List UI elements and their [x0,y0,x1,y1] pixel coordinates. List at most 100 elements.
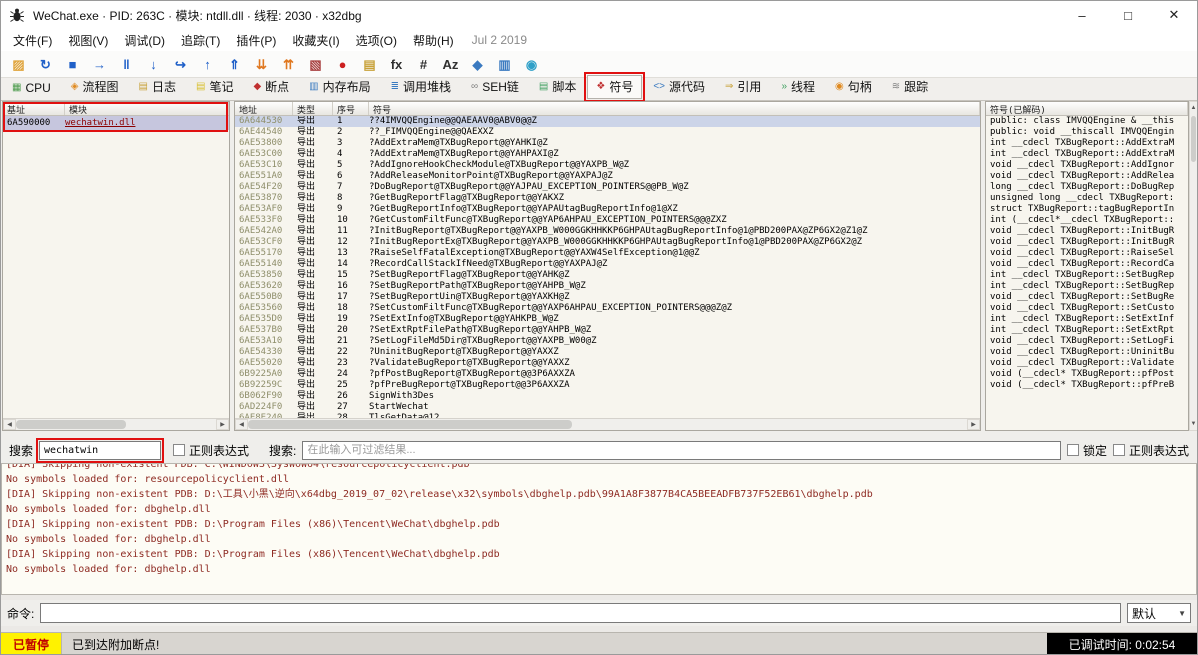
symbol-type: 导出 [293,314,333,325]
scroll-down-icon[interactable]: ▼ [1190,418,1197,430]
maximize-button[interactable]: □ [1105,1,1151,29]
regex-checkbox[interactable] [173,444,185,456]
symbol-row[interactable]: 6AE54F20 导出 7 ?DoBugReport@TXBugReport@@… [235,182,980,193]
tab-seh[interactable]: ∞ SEH链 [462,75,528,99]
preferences-button[interactable]: ◉ [519,53,544,76]
menu-item[interactable]: 收藏夹(I) [284,30,347,51]
scroll-left-icon[interactable]: ◀ [235,419,248,430]
comment-button[interactable]: ▤ [357,53,382,76]
symbol-row[interactable]: 6AE55020 导出 23 ?ValidateBugReport@TXBugR… [235,358,980,369]
scroll-thumb[interactable] [1191,116,1196,162]
tab-call-stack[interactable]: ≣ 调用堆栈 [382,75,460,99]
symbol-row[interactable]: 6AE53620 导出 16 ?SetBugReportPath@TXBugRe… [235,281,980,292]
execute-till-return-button[interactable]: ↑ [195,53,220,76]
symbol-row[interactable]: 6AE53800 导出 3 ?AddExtraMem@TXBugReport@@… [235,138,980,149]
strings-button[interactable]: Az [438,53,463,76]
symbol-row[interactable]: 6B062F90 导出 26 SignWith3Des [235,391,980,402]
regex-checkbox-2[interactable] [1113,444,1125,456]
graph-button[interactable]: ◆ [465,53,490,76]
tab-breakpoints[interactable]: ◆ 断点 [244,75,298,99]
memory-map-button[interactable]: ▥ [492,53,517,76]
symbol-row[interactable]: 6AE551A0 导出 6 ?AddReleaseMonitorPoint@TX… [235,171,980,182]
tab-log[interactable]: ▤ 日志 [130,75,185,99]
symbol-row[interactable]: 6AE533F0 导出 10 ?GetCustomFiltFunc@TXBugR… [235,215,980,226]
command-profile-value: 默认 [1132,605,1156,622]
trace-over-button[interactable]: ⇈ [276,53,301,76]
symbol-row[interactable]: 6AE53A10 导出 21 ?SetLogFileMd5Dir@TXBugRe… [235,336,980,347]
command-input[interactable] [40,603,1121,623]
module-search-input[interactable] [39,441,161,460]
step-over-button[interactable]: ↪ [168,53,193,76]
symbols-vscrollbar[interactable]: ▲ ▼ [1189,101,1198,431]
symbol-row[interactable]: 6B92259C 导出 25 ?pfPreBugReport@TXBugRepo… [235,380,980,391]
patches-button[interactable]: ▧ [303,53,328,76]
scroll-thumb[interactable] [248,420,572,429]
scroll-right-icon[interactable]: ▶ [216,419,229,430]
tab-script[interactable]: ▤ 脚本 [530,75,585,99]
symbol-name: ?AddReleaseMonitorPoint@TXBugReport@@YAX… [369,171,980,182]
menu-item[interactable]: 帮助(H) [405,30,462,51]
symbol-name: ??_FIMVQQEngine@@QAEXXZ [369,127,980,138]
tab-notes[interactable]: ▤ 笔记 [187,75,242,99]
pause-button[interactable]: ‖ [114,53,139,76]
trace-into-button[interactable]: ⇊ [249,53,274,76]
symbol-row[interactable]: 6AE53AF0 导出 9 ?GetBugReportInfo@TXBugRep… [235,204,980,215]
module-row[interactable]: 6A590000 wechatwin.dll [3,116,229,130]
scroll-thumb[interactable] [16,420,126,429]
symbol-row[interactable]: 6AE53560 导出 18 ?SetCustomFiltFunc@TXBugR… [235,303,980,314]
tab-symbols[interactable]: ❖ 符号 [587,75,642,99]
tab-handles[interactable]: ◉ 句柄 [826,75,881,99]
symbol-row[interactable]: 6AE55170 导出 13 ?RaiseSelfFatalException@… [235,248,980,259]
open-file-button[interactable]: ▨ [6,53,31,76]
run-to-user-code-button[interactable]: ⇑ [222,53,247,76]
symbol-row[interactable]: 6AE535D0 导出 19 ?SetExtInfo@TXBugReport@@… [235,314,980,325]
hash-button[interactable]: # [411,53,436,76]
close-button[interactable]: ✕ [1151,1,1197,29]
symbol-row[interactable]: 6AE537B0 导出 20 ?SetExtRptFilePath@TXBugR… [235,325,980,336]
scroll-right-icon[interactable]: ▶ [967,419,980,430]
symbol-row[interactable]: 6AE542A0 导出 11 ?InitBugReport@TXBugRepor… [235,226,980,237]
step-into-button[interactable]: ↓ [141,53,166,76]
modules-hscrollbar[interactable]: ◀ ▶ [3,418,229,430]
symbol-row[interactable]: 6AE53870 导出 8 ?GetBugReportFlag@TXBugRep… [235,193,980,204]
symbol-row[interactable]: 6B9225A0 导出 24 ?pfPostBugReport@TXBugRep… [235,369,980,380]
scroll-up-icon[interactable]: ▲ [1190,102,1197,114]
symbols-hscrollbar[interactable]: ◀ ▶ [235,418,980,430]
symbol-row[interactable]: 6AD224F0 导出 27 StartWechat [235,402,980,413]
command-profile-select[interactable]: 默认 ▼ [1127,603,1191,623]
menu-item[interactable]: 文件(F) [5,30,60,51]
scroll-left-icon[interactable]: ◀ [3,419,16,430]
symbol-row[interactable]: 6AE55140 导出 14 ?RecordCallStackIfNeed@TX… [235,259,980,270]
tab-memory-map[interactable]: ▥ 内存布局 [300,75,379,99]
tab-trace[interactable]: ≋ 跟踪 [883,75,937,99]
decoded-symbol-line: int __cdecl TXBugReport::AddExtraM [986,138,1188,149]
menu-item[interactable]: 视图(V) [60,30,116,51]
menu-item[interactable]: 选项(O) [348,30,405,51]
run-button[interactable]: → [87,53,112,76]
symbol-row[interactable]: 6AE54330 导出 22 ?UninitBugReport@TXBugRep… [235,347,980,358]
breakpoint-button[interactable]: ● [330,53,355,76]
minimize-button[interactable]: – [1059,1,1105,29]
symbol-row[interactable]: 6A644530 导出 1 ??4IMVQQEngine@@QAEAAV0@AB… [235,116,980,127]
stop-button[interactable]: ■ [60,53,85,76]
symbol-filter-input[interactable] [302,441,1061,460]
symbol-row[interactable]: 6AE53C10 导出 5 ?AddIgnoreHookCheckModule@… [235,160,980,171]
symbol-row[interactable]: 6AE53C00 导出 4 ?AddExtraMem@TXBugReport@@… [235,149,980,160]
tab-source[interactable]: <> 源代码 [644,75,714,99]
menu-item[interactable]: 调试(D) [116,30,173,51]
symbol-row[interactable]: 6AE53850 导出 15 ?SetBugReportFlag@TXBugRe… [235,270,980,281]
tab-graph[interactable]: ◈ 流程图 [62,75,128,99]
restart-button[interactable]: ↻ [33,53,58,76]
symbol-row[interactable]: 6AE53CF0 导出 12 ?InitBugReportEx@TXBugRep… [235,237,980,248]
decoded-symbol-line: void __cdecl TXBugReport::AddIgnor [986,160,1188,171]
symbol-row[interactable]: 6AE550B0 导出 17 ?SetBugReportUin@TXBugRep… [235,292,980,303]
tab-threads[interactable]: » 线程 [772,75,824,99]
tab-references[interactable]: ⇒ 引用 [716,75,770,99]
menu-item[interactable]: 插件(P) [228,30,284,51]
symbol-row[interactable]: 6AE44540 导出 2 ??_FIMVQQEngine@@QAEXXZ [235,127,980,138]
chevron-down-icon: ▼ [1178,609,1186,618]
menu-item[interactable]: 追踪(T) [173,30,228,51]
tab-cpu[interactable]: ▦ CPU [3,78,60,99]
lock-checkbox[interactable] [1067,444,1079,456]
function-button[interactable]: fx [384,53,409,76]
